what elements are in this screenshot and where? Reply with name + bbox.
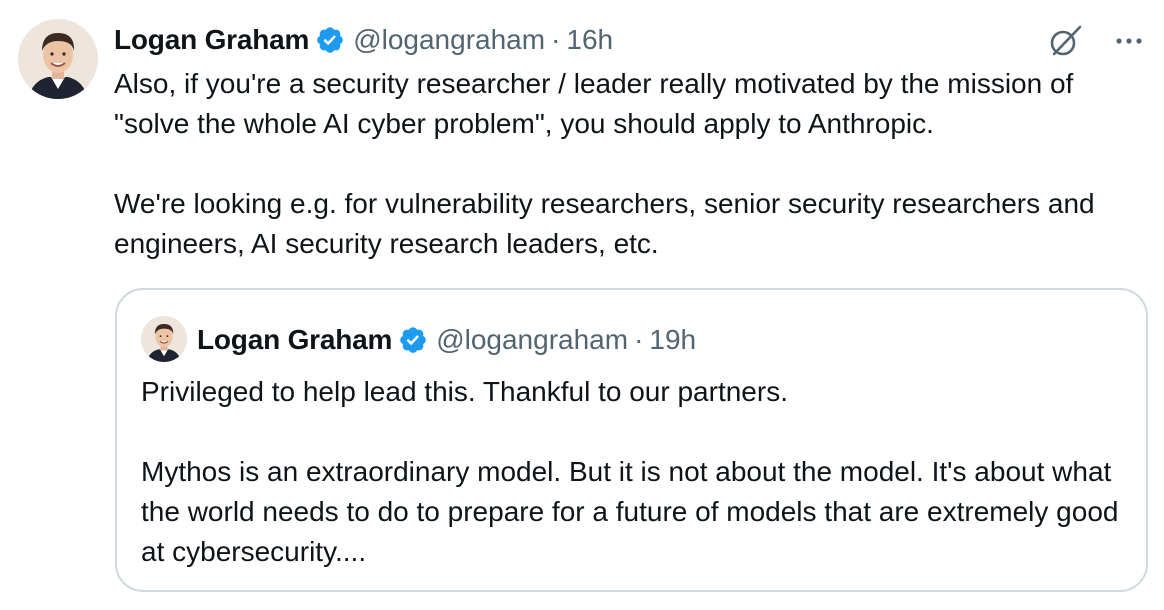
quoted-tweet-header: Logan Graham @logangraham · 19h bbox=[197, 320, 696, 360]
tweet-timestamp[interactable]: 16h bbox=[566, 24, 613, 56]
quoted-tweet[interactable]: Logan Graham @logangraham · 19h Privileg… bbox=[115, 288, 1148, 592]
tweet-actions bbox=[1046, 22, 1144, 60]
separator-dot: · bbox=[634, 324, 644, 355]
verified-badge-icon bbox=[398, 325, 428, 355]
more-options-icon[interactable] bbox=[1114, 26, 1144, 56]
quoted-tweet-timestamp: 19h bbox=[649, 324, 697, 355]
quoted-author-handle: @logangraham bbox=[436, 324, 629, 355]
quoted-author-name: Logan Graham bbox=[197, 324, 393, 355]
quoted-tweet-paragraph: Privileged to help lead this. Thankful t… bbox=[141, 376, 788, 407]
separator-dot: · bbox=[551, 24, 561, 55]
quoted-tweet-paragraph: Mythos is an extraordinary model. But it… bbox=[141, 456, 1119, 567]
grok-icon[interactable] bbox=[1046, 22, 1084, 60]
quoted-tweet-text: Privileged to help lead this. Thankful t… bbox=[141, 372, 1131, 572]
quoted-author-avatar[interactable] bbox=[141, 316, 187, 362]
author-handle[interactable]: @logangraham bbox=[353, 24, 545, 56]
tweet-text: Also, if you're a security researcher / … bbox=[114, 64, 1150, 264]
author-avatar[interactable] bbox=[18, 19, 98, 99]
tweet-paragraph: Also, if you're a security researcher / … bbox=[114, 68, 1074, 139]
author-name[interactable]: Logan Graham bbox=[114, 24, 309, 56]
tweet[interactable]: Logan Graham @logangraham · 16h Also, if… bbox=[0, 0, 1164, 610]
tweet-header: Logan Graham @logangraham · 16h bbox=[114, 20, 613, 60]
tweet-paragraph: We're looking e.g. for vulnerability res… bbox=[114, 188, 1095, 259]
verified-badge-icon[interactable] bbox=[315, 25, 345, 55]
